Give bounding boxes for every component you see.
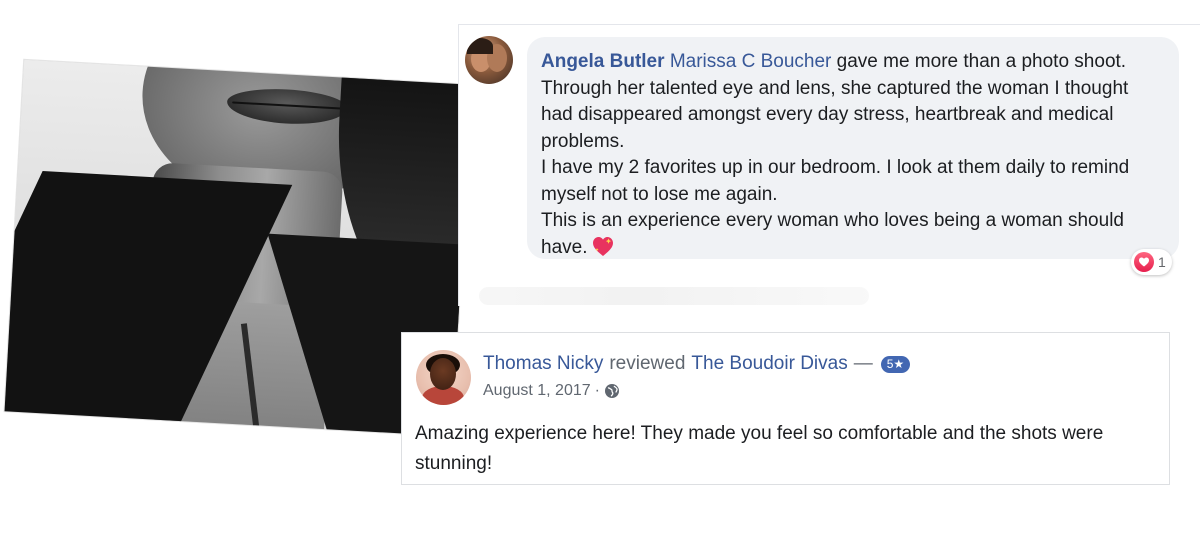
comment-text-second: I have my 2 favorites up in our bedroom.… (541, 157, 1130, 205)
review-text: Amazing experience here! They made you f… (415, 423, 1104, 474)
date-separator: · (594, 382, 600, 399)
review-action: reviewed (609, 353, 686, 374)
avatar-head (430, 358, 456, 390)
comment-bubble: Angela Butler Marissa C Boucher gave me … (527, 37, 1179, 259)
avatar-hair (467, 38, 493, 54)
comment-text-third-wrap: This is an experience every woman who lo… (541, 208, 1165, 261)
review-separator: — (853, 353, 873, 374)
reviewed-page-link[interactable]: The Boudoir Divas (691, 353, 847, 375)
review-date[interactable]: August 1, 2017 (483, 382, 591, 400)
comment-card: Angela Butler Marissa C Boucher gave me … (458, 24, 1200, 306)
reaction-badge[interactable]: 1 (1131, 249, 1172, 275)
review-card: Thomas Nicky reviewed The Boudoir Divas … (401, 332, 1170, 485)
rating-badge: 5★ (880, 355, 911, 373)
commenter-avatar[interactable] (465, 36, 513, 84)
reviewer-avatar[interactable] (416, 350, 471, 405)
review-header: Thomas Nicky reviewed The Boudoir Divas … (483, 353, 911, 375)
faded-comment-placeholder (479, 287, 869, 305)
review-meta: August 1, 2017 · (483, 382, 620, 400)
globe-icon (604, 383, 620, 399)
mentioned-user[interactable]: Marissa C Boucher (670, 51, 832, 72)
comment-text-third: This is an experience every woman who lo… (541, 210, 1124, 258)
commenter-name[interactable]: Angela Butler (541, 51, 665, 72)
reviewer-name[interactable]: Thomas Nicky (483, 353, 603, 375)
reaction-count: 1 (1158, 254, 1166, 270)
love-reaction-icon (1134, 252, 1154, 272)
sparkling-heart-icon (591, 235, 615, 257)
